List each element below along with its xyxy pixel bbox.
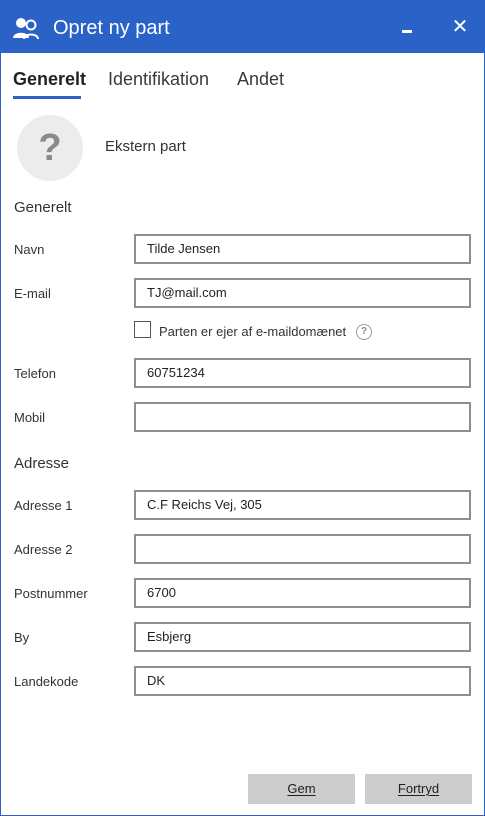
minimize-button[interactable] xyxy=(392,11,424,43)
dialog-window: Opret ny part ✕ Generelt Identifikation … xyxy=(0,0,485,816)
cancel-button[interactable]: Fortryd xyxy=(365,774,472,804)
close-icon: ✕ xyxy=(451,16,469,38)
address1-label: Adresse 1 xyxy=(14,498,73,513)
window-title: Opret ny part xyxy=(53,17,170,39)
mobile-label: Mobil xyxy=(14,410,46,425)
city-field[interactable]: Esbjerg xyxy=(134,622,471,652)
title-bar: Opret ny part ✕ xyxy=(1,1,484,53)
name-field[interactable]: Tilde Jensen xyxy=(134,234,471,264)
email-label: E-mail xyxy=(14,286,51,301)
tab-identifikation[interactable]: Identifikation xyxy=(108,67,209,91)
address2-label: Adresse 2 xyxy=(14,542,73,557)
postal-code-label: Postnummer xyxy=(14,586,88,601)
city-label: By xyxy=(14,630,30,645)
tab-andet[interactable]: Andet xyxy=(237,67,284,91)
address2-field[interactable] xyxy=(134,534,471,564)
section-address-heading: Adresse xyxy=(14,455,70,472)
country-code-label: Landekode xyxy=(14,674,79,689)
owner-domain-checkbox[interactable] xyxy=(134,321,151,338)
address1-field[interactable]: C.F Reichs Vej, 305 xyxy=(134,490,471,520)
tab-generelt[interactable]: Generelt xyxy=(13,67,86,91)
party-avatar: ? xyxy=(17,115,83,181)
section-general-heading: Generelt xyxy=(14,199,72,216)
party-type-label: Ekstern part xyxy=(105,138,186,155)
contacts-icon xyxy=(13,18,39,40)
active-tab-indicator xyxy=(13,96,81,99)
email-field[interactable]: TJ@mail.com xyxy=(134,278,471,308)
country-code-field[interactable]: DK xyxy=(134,666,471,696)
save-button[interactable]: Gem xyxy=(248,774,355,804)
name-label: Navn xyxy=(14,242,45,257)
postal-code-field[interactable]: 6700 xyxy=(134,578,471,608)
help-icon[interactable]: ? xyxy=(356,324,372,340)
phone-field[interactable]: 60751234 xyxy=(134,358,471,388)
phone-label: Telefon xyxy=(14,366,56,381)
close-button[interactable]: ✕ xyxy=(444,11,476,43)
mobile-field[interactable] xyxy=(134,402,471,432)
owner-domain-label: Parten er ejer af e-maildomænet xyxy=(159,324,347,339)
